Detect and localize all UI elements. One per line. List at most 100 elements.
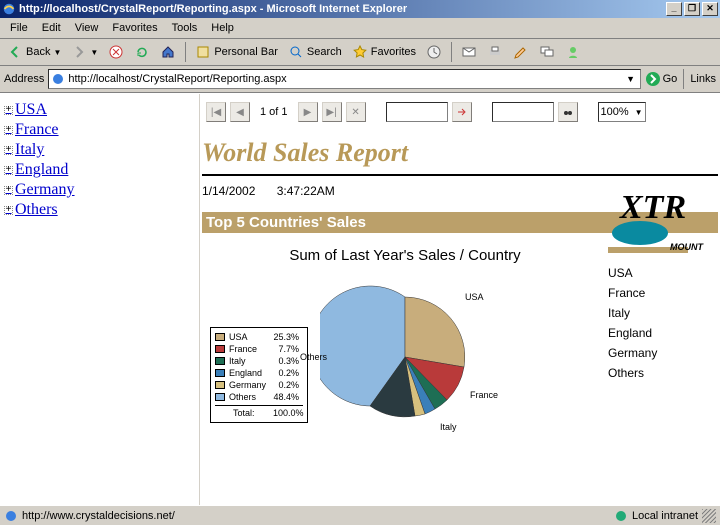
address-input[interactable] [68,73,623,85]
mail-icon [461,44,477,60]
discuss-icon [539,44,555,60]
ie-icon [2,2,16,16]
find-input[interactable] [493,103,553,121]
expand-icon[interactable]: + [4,186,13,195]
security-zone: Local intranet [632,510,698,522]
favorites-button[interactable]: Favorites [349,42,419,62]
discuss-button[interactable] [536,42,558,62]
history-icon [426,44,442,60]
find-button[interactable] [558,102,578,122]
search-icon [288,44,304,60]
list-item: USA [608,263,718,283]
chart-area: Sum of Last Year's Sales / Country USA25… [202,247,608,432]
stop-load-button[interactable]: ✕ [346,102,366,122]
personal-bar-button[interactable]: Personal Bar [192,42,281,62]
tree-item-italy[interactable]: +Italy [4,140,195,160]
list-item: Italy [608,303,718,323]
personal-icon [195,44,211,60]
title-bar: http://localhost/CrystalReport/Reporting… [0,0,720,18]
goto-icon [456,106,468,118]
resize-grip[interactable] [702,509,716,523]
first-page-button[interactable]: |◀ [206,102,226,122]
expand-icon[interactable]: + [4,126,13,135]
maximize-button[interactable]: ❐ [684,2,700,16]
svg-text:XTR: XTR [619,189,686,226]
next-page-button[interactable]: ▶ [298,102,318,122]
slice-label-usa: USA [465,292,484,302]
minimize-button[interactable]: _ [666,2,682,16]
home-button[interactable] [157,42,179,62]
tree-item-england[interactable]: +England [4,160,195,180]
close-button[interactable]: ✕ [702,2,718,16]
menu-file[interactable]: File [4,20,34,36]
tree-item-others[interactable]: +Others [4,200,195,220]
tree-item-usa[interactable]: +USA [4,100,195,120]
report-time: 3:47:22AM [277,184,335,198]
tree-item-germany[interactable]: +Germany [4,180,195,200]
menu-help[interactable]: Help [205,20,240,36]
crystal-toolbar: |◀ ◀ 1 of 1 ▶ ▶| ✕ 100%▼ [200,94,720,128]
mail-button[interactable] [458,42,480,62]
stop-icon [108,44,124,60]
slice-label-france: France [470,390,498,400]
last-page-button[interactable]: ▶| [322,102,342,122]
chart-legend: USA25.3% France7.7% Italy0.3% England0.2… [210,327,308,423]
goto-input[interactable] [387,103,447,121]
home-icon [160,44,176,60]
list-item: England [608,323,718,343]
report-date: 1/14/2002 [202,184,255,198]
report-viewer: |◀ ◀ 1 of 1 ▶ ▶| ✕ 100%▼ World Sales Rep… [200,94,720,505]
links-label[interactable]: Links [690,73,716,85]
zoom-select[interactable]: 100%▼ [598,102,646,122]
zone-icon [614,509,628,523]
window-title: http://localhost/CrystalReport/Reporting… [19,3,666,15]
goto-input-wrap[interactable] [386,102,448,122]
menu-view[interactable]: View [69,20,105,36]
address-dropdown-icon[interactable]: ▼ [624,74,638,84]
status-url: http://www.crystaldecisions.net/ [22,510,175,522]
stop-button[interactable] [105,42,127,62]
ie-status-icon [4,509,18,523]
goto-button[interactable] [452,102,472,122]
page-icon [51,72,65,86]
report-title: World Sales Report [202,138,718,168]
refresh-icon [134,44,150,60]
expand-icon[interactable]: + [4,146,13,155]
star-icon [352,44,368,60]
go-button[interactable]: Go [645,71,678,87]
chevron-down-icon: ▼ [635,108,643,117]
refresh-button[interactable] [131,42,153,62]
print-icon [487,44,503,60]
status-bar: http://www.crystaldecisions.net/ Local i… [0,505,720,525]
slice-label-italy: Italy [440,422,457,432]
messenger-button[interactable] [562,42,584,62]
svg-text:MOUNT: MOUNT [670,242,704,252]
list-item: France [608,283,718,303]
address-label: Address [4,73,44,85]
find-input-wrap[interactable] [492,102,554,122]
forward-button[interactable]: ▼ [68,42,101,62]
expand-icon[interactable]: + [4,106,13,115]
history-button[interactable] [423,42,445,62]
address-input-wrap[interactable]: ▼ [48,69,640,89]
go-icon [645,71,661,87]
toolbar: Back ▼ ▼ Personal Bar Search Favorites [0,39,720,66]
menu-favorites[interactable]: Favorites [106,20,163,36]
menu-edit[interactable]: Edit [36,20,67,36]
edit-icon [513,44,529,60]
edit-button[interactable] [510,42,532,62]
back-button[interactable]: Back ▼ [4,42,64,62]
search-button[interactable]: Search [285,42,345,62]
print-button[interactable] [484,42,506,62]
tree-item-france[interactable]: +France [4,120,195,140]
expand-icon[interactable]: + [4,206,13,215]
divider [202,174,718,176]
report-tree: +USA +France +Italy +England +Germany +O… [0,94,200,505]
page-indicator: 1 of 1 [254,106,294,118]
menu-tools[interactable]: Tools [166,20,204,36]
pie-chart: USA France Italy Others [320,282,490,432]
expand-icon[interactable]: + [4,166,13,175]
list-item: Others [608,363,718,383]
brand-logo: XTR MOUNT [610,178,720,258]
prev-page-button[interactable]: ◀ [230,102,250,122]
